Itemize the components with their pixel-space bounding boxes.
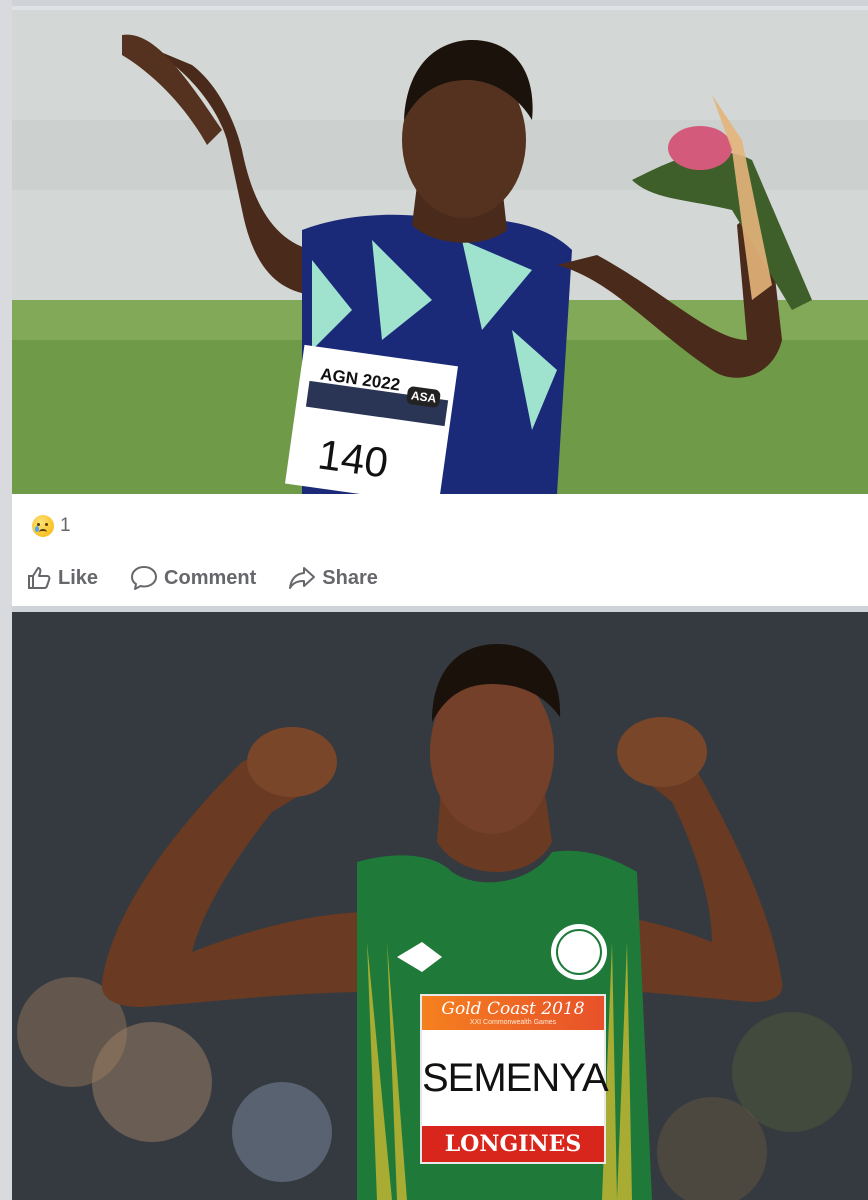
comment-button[interactable]: Comment	[130, 565, 256, 591]
bib-event: Gold Coast 2018	[441, 998, 585, 1019]
bib-athlete-name: SEMENYA	[422, 1056, 609, 1100]
sad-reaction-icon	[32, 515, 54, 537]
comment-icon	[131, 566, 158, 590]
share-icon	[289, 567, 316, 589]
share-button[interactable]: Share	[288, 565, 378, 591]
bib-number: 140	[315, 430, 392, 487]
feed-post: AGN 2022 ASA 140 1 Like Comment Share	[12, 10, 868, 606]
post-action-bar: Like Comment Share	[26, 562, 410, 594]
reaction-summary[interactable]: 1	[32, 514, 71, 538]
reaction-count: 1	[60, 515, 71, 536]
feed-top-divider	[0, 0, 868, 6]
bib-header: Gold Coast 2018 XXI Commonwealth Games	[422, 996, 604, 1030]
bib-subtitle: XXI Commonwealth Games	[469, 1018, 557, 1026]
post-photo[interactable]: AGN 2022 ASA 140	[12, 10, 868, 494]
like-button[interactable]: Like	[26, 565, 98, 591]
like-icon	[28, 567, 51, 589]
second-photo[interactable]: Gold Coast 2018 XXI Commonwealth Games S…	[12, 612, 868, 1200]
like-label: Like	[58, 566, 99, 589]
athlete-photo-illustration	[12, 10, 868, 494]
tear-icon	[35, 526, 39, 532]
share-label: Share	[322, 566, 378, 589]
race-bib: Gold Coast 2018 XXI Commonwealth Games S…	[420, 994, 609, 1164]
feed-left-gutter	[0, 0, 12, 1200]
comment-label: Comment	[164, 566, 257, 589]
bib-sponsor: LONGINES	[422, 1126, 604, 1162]
